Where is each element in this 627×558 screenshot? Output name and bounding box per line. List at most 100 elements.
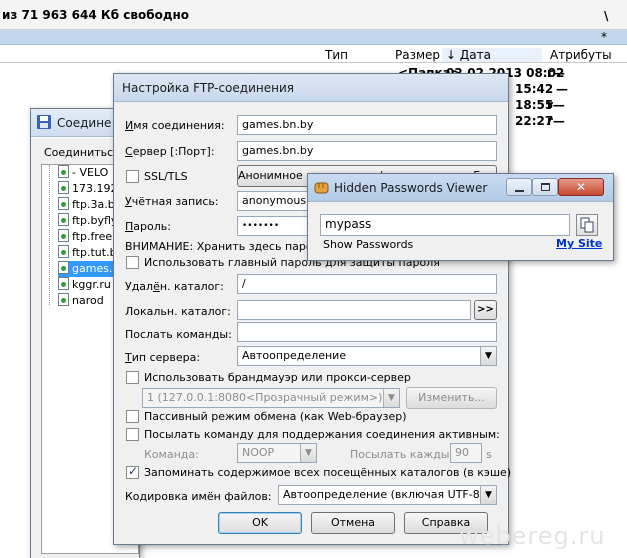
user-input[interactable]: anonymous <box>237 191 309 211</box>
passive-mode-checkbox[interactable] <box>126 410 139 423</box>
remember-dirs-label: Запоминать содержимое всех посещённых ка… <box>144 466 512 479</box>
ftp-connection-icon <box>58 197 69 210</box>
password-label: Пароль: <box>125 220 171 233</box>
ftp-settings-dialog: Настройка FTP-соединения Имя соединения:… <box>113 73 512 545</box>
tree-item[interactable]: 173.192 <box>58 181 118 197</box>
passive-mode-label: Пассивный режим обмена (как Web-браузер) <box>144 410 407 423</box>
sort-arrow-icon: ↓ <box>446 48 457 62</box>
keepalive-command-select[interactable]: NOOP ▼ <box>237 443 317 463</box>
cancel-button[interactable]: Отмена <box>311 512 395 534</box>
firewall-checkbox[interactable] <box>126 371 139 384</box>
copy-icon <box>580 217 594 233</box>
hpv-titlebar[interactable]: Hidden Passwords Viewer ✕ <box>308 174 613 202</box>
ok-button[interactable]: OK <box>218 512 302 534</box>
tree-connector-line <box>49 165 50 305</box>
conn-name-input[interactable]: games.bn.by <box>237 115 497 135</box>
maximize-icon <box>541 183 550 191</box>
tree-item-label: games. <box>72 262 113 275</box>
ssl-checkbox[interactable] <box>126 170 139 183</box>
ftp-connection-icon <box>58 165 69 178</box>
close-button[interactable]: ✕ <box>558 178 604 196</box>
dropdown-arrow-icon: ▼ <box>480 486 496 504</box>
password-warning: ВНИМАНИЕ: Хранить здесь пароль <box>125 240 327 253</box>
tree-item[interactable]: - VELO <box>58 165 108 181</box>
browse-local-dir-button[interactable]: >> <box>474 300 497 320</box>
keepalive-command-value: NOOP <box>242 446 275 459</box>
local-dir-label: Локальн. каталог: <box>125 305 231 318</box>
free-space-bar: из 71 963 644 Кб свободно \ <box>0 0 627 30</box>
encoding-value: Автоопределение (включая UTF-8) <box>283 488 485 501</box>
firewall-change-button[interactable]: Изменить... <box>406 387 497 409</box>
column-date[interactable]: ↓ Дата <box>442 48 542 62</box>
tree-item[interactable]: ftp.3a.b <box>58 197 115 213</box>
password-display-field[interactable]: mypass <box>320 214 570 236</box>
keepalive-checkbox[interactable] <box>126 428 139 441</box>
tree-item[interactable]: ftp.freel <box>58 229 115 245</box>
column-type[interactable]: Тип <box>325 48 348 62</box>
ftp-connection-icon <box>58 277 69 290</box>
fist-icon <box>314 182 329 194</box>
tree-item[interactable]: ftp.tut.b <box>58 245 117 261</box>
my-site-link[interactable]: My Site <box>556 237 602 250</box>
tree-item-label: - VELO <box>72 166 109 179</box>
remote-dir-input[interactable]: / <box>237 274 497 294</box>
encoding-label: Кодировка имён файлов: <box>125 490 272 503</box>
path-filter-star[interactable]: * <box>601 30 607 44</box>
connect-label: Соединиться <box>44 146 120 159</box>
remote-dir-label: Удалён. каталог: <box>125 280 224 293</box>
minimize-icon <box>515 190 524 192</box>
user-label: Учётная запись: <box>125 195 219 208</box>
column-size[interactable]: Размер <box>395 48 440 62</box>
maximize-button[interactable] <box>532 178 558 196</box>
minimize-button[interactable] <box>506 178 532 196</box>
ftp-dialog-titlebar[interactable]: Настройка FTP-соединения <box>114 74 508 102</box>
interval-input[interactable]: 90 <box>450 443 482 463</box>
ssl-label: SSL/TLS <box>144 170 188 183</box>
ftp-connection-icon <box>58 261 69 274</box>
current-path-bar[interactable]: * <box>0 30 627 45</box>
file-row-attr[interactable]: — <box>556 82 568 96</box>
server-type-select[interactable]: Автоопределение ▼ <box>237 346 497 366</box>
ftp-dialog-title: Настройка FTP-соединения <box>122 81 294 95</box>
conn-name-label: Имя соединения: <box>125 119 225 132</box>
tree-item[interactable]: ftp.byfly <box>58 213 117 229</box>
firewall-select[interactable]: 1 (127.0.0.1:8080<Прозрачный режим>) ▼ <box>142 388 400 408</box>
tree-item[interactable]: narod <box>58 293 104 309</box>
column-attributes[interactable]: Атрибуты <box>550 48 612 62</box>
server-type-value: Автоопределение <box>242 349 347 362</box>
tree-item-label: ftp.3a.b <box>72 198 115 211</box>
server-input[interactable]: games.bn.by <box>237 141 497 161</box>
tree-item[interactable]: kggr.ru <box>58 277 111 293</box>
remember-dirs-checkbox[interactable] <box>126 464 139 479</box>
file-row-attr[interactable]: r— <box>547 114 565 128</box>
dropdown-arrow-icon: ▼ <box>300 444 316 462</box>
command-label: Команда: <box>144 448 199 461</box>
interval-unit: s <box>486 448 492 461</box>
tree-item-label: 173.192 <box>72 182 118 195</box>
hidden-passwords-viewer: Hidden Passwords Viewer ✕ mypass Show Pa… <box>307 173 614 261</box>
file-row-attr[interactable]: r— <box>547 98 565 112</box>
tree-item-label: ftp.freel <box>72 230 116 243</box>
watermark: webereg.ru <box>459 522 606 550</box>
tree-item[interactable]: games. <box>58 261 115 277</box>
encoding-select[interactable]: Автоопределение (включая UTF-8) ▼ <box>278 485 497 505</box>
ftp-connection-icon <box>58 229 69 242</box>
keepalive-label: Посылать команду для поддержания соедине… <box>144 428 500 441</box>
free-space-text: из 71 963 644 Кб свободно <box>2 8 190 22</box>
firewall-label: Использовать брандмауэр или прокси-серве… <box>144 371 411 384</box>
master-password-checkbox[interactable] <box>126 256 139 269</box>
close-icon: ✕ <box>575 180 587 194</box>
password-input[interactable]: ••••••• <box>237 216 309 236</box>
dropdown-arrow-icon: ▼ <box>383 389 399 407</box>
send-commands-input[interactable] <box>237 322 497 342</box>
send-commands-label: Послать команды: <box>125 328 232 341</box>
dropdown-arrow-icon: ▼ <box>480 347 496 365</box>
floppy-disk-icon <box>37 115 51 129</box>
firewall-value: 1 (127.0.0.1:8080<Прозрачный режим>) <box>147 391 383 404</box>
local-dir-input[interactable] <box>237 300 471 320</box>
file-row-date[interactable]: 15:42 <box>515 82 553 96</box>
copy-button[interactable] <box>576 214 598 236</box>
file-row-attr[interactable]: r— <box>547 66 565 80</box>
show-passwords-label[interactable]: Show Passwords <box>323 238 413 251</box>
path-separator[interactable]: \ <box>604 9 608 23</box>
